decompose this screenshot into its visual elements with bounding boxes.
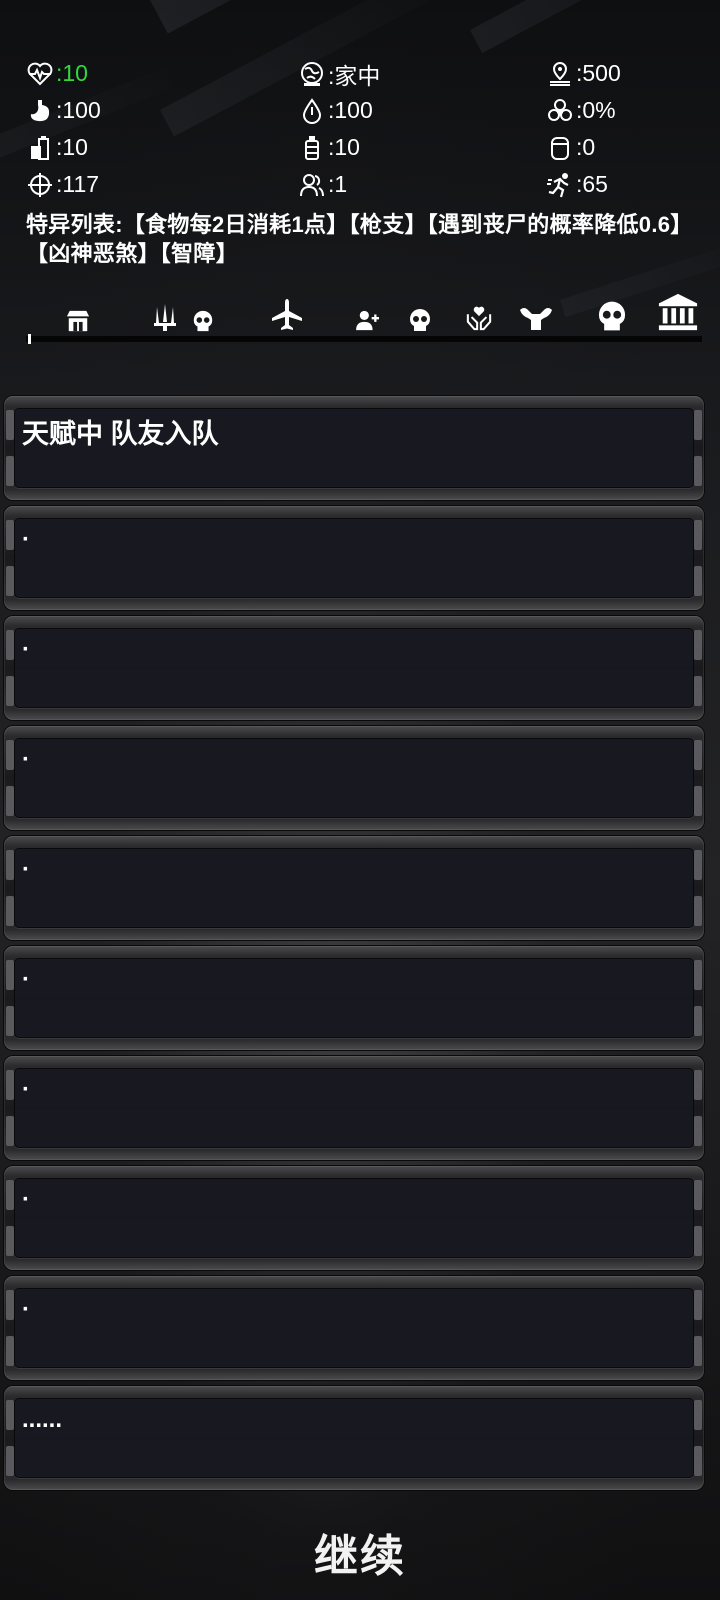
food-supplies-icon xyxy=(31,135,49,160)
stat-water-value: :10 xyxy=(328,134,360,160)
log-panel: ...... xyxy=(4,1386,704,1490)
stat-thirst-value: :100 xyxy=(328,97,373,123)
stat-hunger: :100 xyxy=(26,95,298,126)
water-bottle-icon xyxy=(305,135,319,160)
add-person-icon xyxy=(354,308,382,332)
traits-list: 特异列表:【食物每2日消耗1点】【枪支】【遇到丧尸的概率降低0.6】【凶神恶煞】… xyxy=(26,212,693,266)
stat-agility-value: :65 xyxy=(576,171,608,197)
log-entry: · xyxy=(22,856,30,883)
heartbeat-icon xyxy=(27,62,53,85)
crosshair-icon xyxy=(28,172,52,197)
stat-attack-value: :117 xyxy=(56,171,100,197)
stat-teammates: :1 xyxy=(298,169,546,200)
stat-distance: :500 xyxy=(546,58,696,89)
stat-agility: :65 xyxy=(546,169,696,200)
log-entry: 天赋中 队友入队 xyxy=(22,419,219,449)
weapon-icon xyxy=(150,302,180,332)
log-entry: · xyxy=(22,1186,30,1213)
biohazard-icon xyxy=(548,98,572,121)
log-panel: · xyxy=(4,1056,704,1160)
progress-track xyxy=(26,336,702,342)
stat-location-value: :家中 xyxy=(328,62,381,89)
strength-icon xyxy=(518,304,554,332)
event-progress-bar xyxy=(26,290,702,350)
log-entry: · xyxy=(22,526,30,553)
log-panel: · xyxy=(4,506,704,610)
stat-attack: :117 xyxy=(26,169,298,200)
log-entry: · xyxy=(22,1076,30,1103)
stat-health: :10 xyxy=(26,58,298,89)
map-pin-distance-icon xyxy=(550,61,570,86)
stat-health-value: :10 xyxy=(56,60,88,86)
stat-distance-value: :500 xyxy=(576,60,621,86)
stat-thirst: :100 xyxy=(298,95,546,126)
log-panel: · xyxy=(4,836,704,940)
location-globe-icon xyxy=(301,61,323,86)
log-panel: · xyxy=(4,1276,704,1380)
log-entry: · xyxy=(22,636,30,663)
progress-marker xyxy=(28,334,31,344)
log-panel: · xyxy=(4,1166,704,1270)
people-icon xyxy=(300,173,324,196)
cylinder-icon xyxy=(551,136,569,160)
stat-material-value: :0 xyxy=(576,134,596,160)
stat-food-value: :10 xyxy=(56,134,88,160)
shop-icon xyxy=(64,308,92,334)
log-panel: · xyxy=(4,946,704,1050)
skull-large-icon xyxy=(594,298,630,334)
log-entry: · xyxy=(22,1296,30,1323)
log-entry: · xyxy=(22,966,30,993)
log-entry: ...... xyxy=(22,1406,63,1433)
log-panel: 天赋中 队友入队 xyxy=(4,396,704,500)
stat-hunger-value: :100 xyxy=(56,97,101,123)
running-icon xyxy=(547,172,569,197)
stat-infection: :0% xyxy=(546,95,696,126)
stat-infection-value: :0% xyxy=(576,97,616,123)
log-panel: · xyxy=(4,726,704,830)
log-entry: · xyxy=(22,746,30,773)
log-panel: · xyxy=(4,616,704,720)
continue-button[interactable]: 继续 xyxy=(0,1520,720,1584)
skull-icon xyxy=(190,308,216,334)
stat-food: :10 xyxy=(26,132,298,163)
water-drop-icon xyxy=(302,97,322,124)
skull-icon xyxy=(406,306,434,334)
stat-teammates-value: :1 xyxy=(328,171,348,197)
stat-material: :0 xyxy=(546,132,696,163)
stats-grid: :10 :家中 :500 :100 :100 :0% :10 :10 :0 :1… xyxy=(26,58,696,200)
airplane-icon xyxy=(270,298,304,332)
stat-location: :家中 xyxy=(298,58,546,89)
stat-water: :10 xyxy=(298,132,546,163)
stomach-icon xyxy=(30,99,50,121)
bank-icon xyxy=(656,292,700,332)
hands-heart-icon xyxy=(464,304,494,332)
